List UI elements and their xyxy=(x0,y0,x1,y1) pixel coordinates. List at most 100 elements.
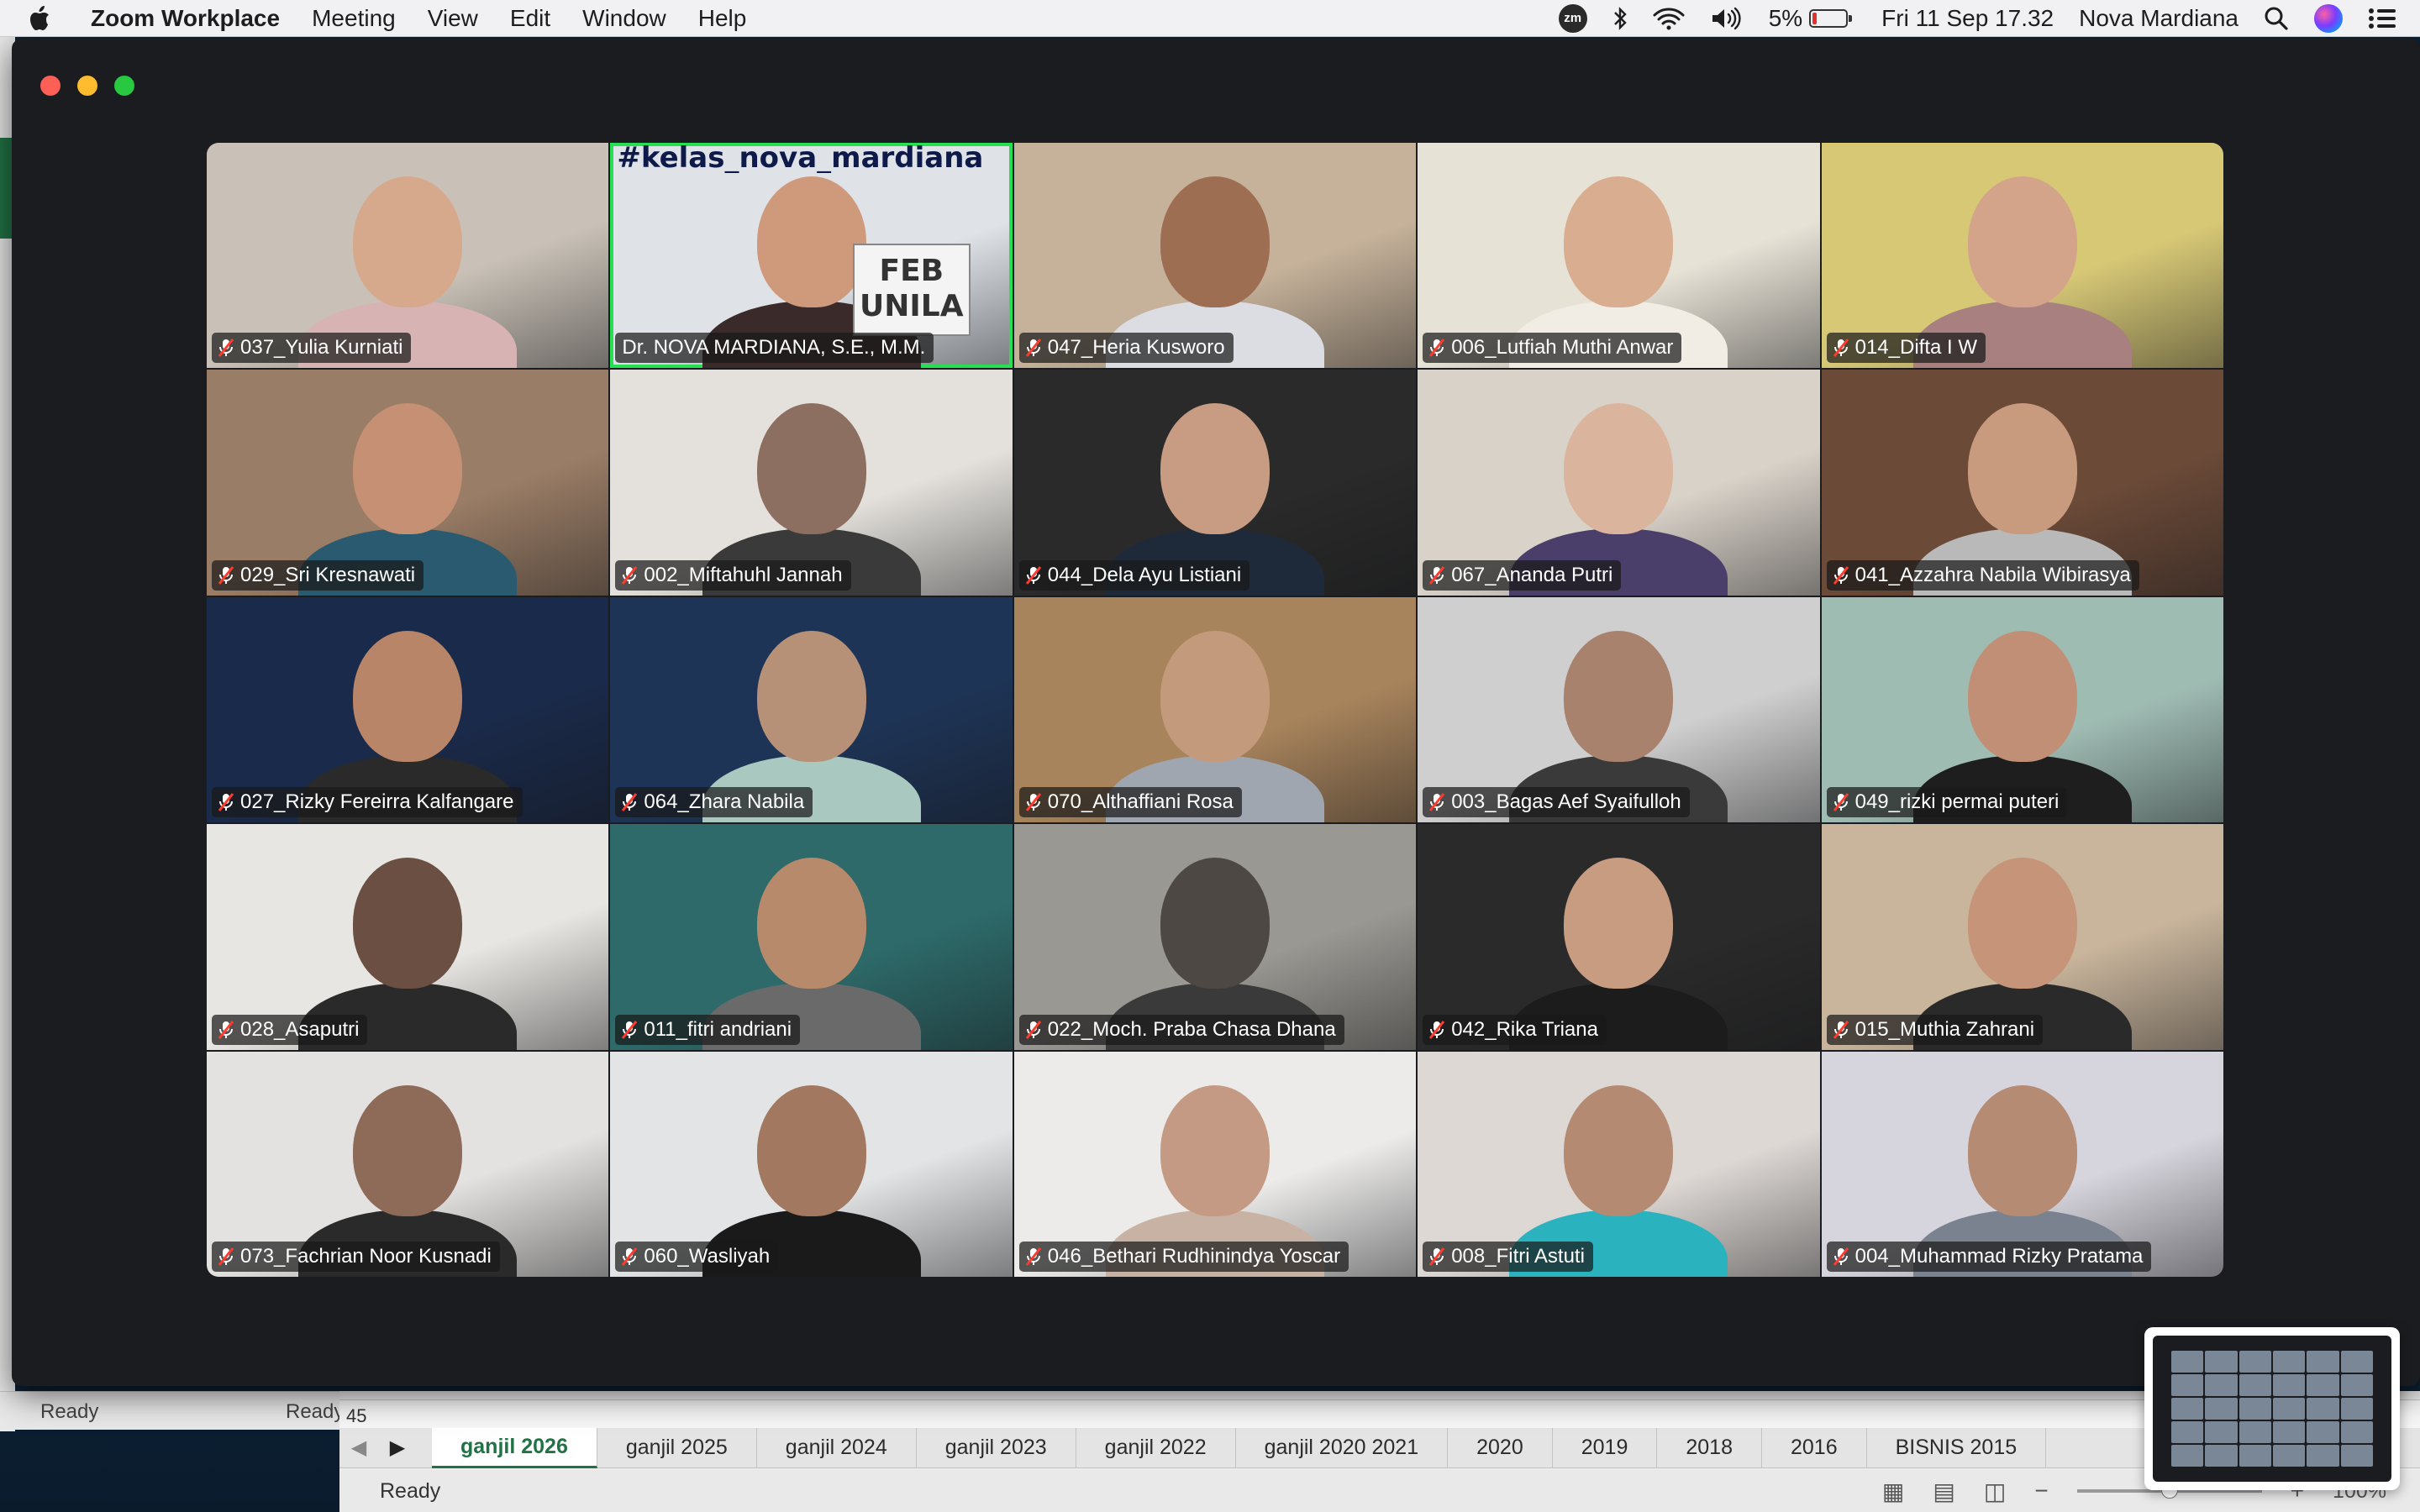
participant-tile[interactable]: 008_Fitri Astuti xyxy=(1418,1051,1820,1277)
microphone-muted-icon xyxy=(622,565,639,585)
participant-nameplate: 014_Difta I W xyxy=(1826,333,1986,364)
siri-icon[interactable] xyxy=(2314,3,2343,33)
sheet-tab-ganjil-2024[interactable]: ganjil 2024 xyxy=(757,1427,917,1468)
participant-nameplate: 003_Bagas Aef Syaifulloh xyxy=(1423,787,1690,818)
sheet-prev-arrow-icon[interactable]: ◀ xyxy=(339,1436,378,1460)
participant-tile[interactable]: 027_Rizky Fereirra Kalfangare xyxy=(207,596,609,823)
menu-app-name[interactable]: Zoom Workplace xyxy=(91,5,280,32)
microphone-muted-icon xyxy=(1429,1020,1446,1040)
mini-preview-cell xyxy=(2307,1398,2339,1420)
sheet-next-arrow-icon[interactable]: ▶ xyxy=(378,1436,417,1460)
cell-value[interactable]: 45 xyxy=(346,1405,366,1427)
participant-nameplate: 037_Yulia Kurniati xyxy=(212,333,412,364)
page-break-view-icon[interactable]: ◫ xyxy=(1984,1478,2006,1505)
sheet-tab-ganjil-2025[interactable]: ganjil 2025 xyxy=(597,1427,757,1468)
menu-window[interactable]: Window xyxy=(582,5,666,32)
sheet-tab-2018[interactable]: 2018 xyxy=(1657,1427,1762,1468)
sheet-tab-2019[interactable]: 2019 xyxy=(1553,1427,1658,1468)
participant-name: 004_Muhammad Rizky Pratama xyxy=(1854,1244,2144,1268)
participant-tile[interactable]: 073_Fachrian Noor Kusnadi xyxy=(207,1051,609,1277)
participant-nameplate: 042_Rika Triana xyxy=(1423,1014,1607,1045)
participant-name: 049_rizki permai puteri xyxy=(1854,790,2060,814)
excel-row-strip: 45 xyxy=(339,1399,2420,1431)
participant-name: 070_Althaffiani Rosa xyxy=(1047,790,1234,814)
participant-tile[interactable]: 060_Wasliyah xyxy=(610,1051,1013,1277)
sheet-tab-ganjil-2022[interactable]: ganjil 2022 xyxy=(1076,1427,1236,1468)
participant-video-face xyxy=(353,630,463,762)
participant-name: 006_Lutfiah Muthi Anwar xyxy=(1451,336,1674,360)
normal-view-icon[interactable]: ▦ xyxy=(1882,1478,1904,1505)
sheet-tab-bar: ◀ ▶ ganjil 2026 ganjil 2025 ganjil 2024 … xyxy=(339,1427,2420,1468)
participant-tile[interactable]: 015_Muthia Zahrani xyxy=(1821,824,2223,1050)
participant-nameplate: 046_Bethari Rudhinindya Yoscar xyxy=(1018,1241,1349,1272)
sheet-tab-2020[interactable]: 2020 xyxy=(1448,1427,1553,1468)
participant-nameplate: 015_Muthia Zahrani xyxy=(1826,1014,2044,1045)
participant-tile[interactable]: 049_rizki permai puteri xyxy=(1821,596,2223,823)
microphone-muted-icon xyxy=(622,1247,639,1267)
mini-preview-cell xyxy=(2205,1351,2238,1373)
participant-tile[interactable]: 042_Rika Triana xyxy=(1418,824,1820,1050)
participant-nameplate: 022_Moch. Praba Chasa Dhana xyxy=(1018,1014,1344,1045)
participant-tile[interactable]: 029_Sri Kresnawati xyxy=(207,370,609,596)
participant-tile[interactable]: 041_Azzahra Nabila Wibirasya xyxy=(1821,370,2223,596)
user-name[interactable]: Nova Mardiana xyxy=(2079,5,2238,32)
menu-edit[interactable]: Edit xyxy=(510,5,550,32)
participant-tile[interactable]: 037_Yulia Kurniati xyxy=(207,143,609,369)
wifi-icon[interactable] xyxy=(1653,7,1685,30)
mini-preview-cell xyxy=(2238,1351,2271,1373)
participant-name: 015_Muthia Zahrani xyxy=(1854,1017,2035,1041)
participant-tile[interactable]: 067_Ananda Putri xyxy=(1418,370,1820,596)
spotlight-search-icon[interactable] xyxy=(2264,6,2289,31)
sheet-tab-2016[interactable]: 2016 xyxy=(1762,1427,1867,1468)
menu-view[interactable]: View xyxy=(428,5,478,32)
mini-window-preview[interactable] xyxy=(2144,1327,2400,1490)
participant-tile[interactable]: 006_Lutfiah Muthi Anwar xyxy=(1418,143,1820,369)
sheet-tab-ganjil-2020-2021[interactable]: ganjil 2020 2021 xyxy=(1236,1427,1449,1468)
zoom-out-icon[interactable]: − xyxy=(2034,1478,2048,1504)
participant-name: 041_Azzahra Nabila Wibirasya xyxy=(1854,563,2131,586)
participant-tile[interactable]: 070_Althaffiani Rosa xyxy=(1013,596,1417,823)
participant-tile[interactable]: 044_Dela Ayu Listiani xyxy=(1013,370,1417,596)
participant-tile[interactable]: 028_Asaputri xyxy=(207,824,609,1050)
status-ready-left-2: Ready xyxy=(286,1400,345,1423)
participant-nameplate: 041_Azzahra Nabila Wibirasya xyxy=(1826,559,2139,591)
sheet-tab-ganjil-2026[interactable]: ganjil 2026 xyxy=(432,1427,597,1468)
participant-tile[interactable]: 047_Heria Kusworo xyxy=(1013,143,1417,369)
participant-tile[interactable]: 004_Muhammad Rizky Pratama xyxy=(1821,1051,2223,1277)
participant-tile[interactable]: 064_Zhara Nabila xyxy=(610,596,1013,823)
close-window-icon[interactable] xyxy=(40,76,60,96)
mini-preview-cell xyxy=(2340,1374,2373,1396)
clock[interactable]: Fri 11 Sep 17.32 xyxy=(1881,5,2054,32)
participant-tile[interactable]: 046_Bethari Rudhinindya Yoscar xyxy=(1013,1051,1417,1277)
status-ready: Ready xyxy=(380,1478,441,1503)
microphone-muted-icon xyxy=(1025,1020,1043,1040)
participant-tile[interactable]: 014_Difta I W xyxy=(1821,143,2223,369)
mini-preview-cell xyxy=(2171,1398,2204,1420)
mini-preview-cell xyxy=(2307,1351,2339,1373)
participant-nameplate: 047_Heria Kusworo xyxy=(1018,333,1234,364)
sheet-tab-bisnis-2015[interactable]: BISNIS 2015 xyxy=(1867,1427,2047,1468)
participant-tile[interactable]: #kelas_nova_mardiana FEB UNILA Dr. NOVA MA… xyxy=(610,143,1013,369)
battery-indicator[interactable]: 5% xyxy=(1769,5,1853,32)
participant-name: 060_Wasliyah xyxy=(644,1244,771,1268)
sheet-tab-ganjil-2023[interactable]: ganjil 2023 xyxy=(917,1427,1076,1468)
minimize-window-icon[interactable] xyxy=(77,76,97,96)
page-layout-view-icon[interactable]: ▤ xyxy=(1933,1478,1954,1505)
zoom-status-icon[interactable]: zm xyxy=(1558,3,1587,33)
control-center-icon[interactable] xyxy=(2368,7,2396,30)
menu-meeting[interactable]: Meeting xyxy=(312,5,396,32)
volume-icon[interactable] xyxy=(1710,6,1744,31)
microphone-muted-icon xyxy=(1429,1247,1446,1267)
participant-nameplate: 044_Dela Ayu Listiani xyxy=(1018,559,1250,591)
apple-icon[interactable] xyxy=(29,4,54,33)
microphone-muted-icon xyxy=(622,1020,639,1040)
bluetooth-icon[interactable] xyxy=(1612,6,1628,31)
participant-tile[interactable]: 003_Bagas Aef Syaifulloh xyxy=(1418,596,1820,823)
participant-video-face xyxy=(1160,1084,1270,1216)
participant-tile[interactable]: 011_fitri andriani xyxy=(610,824,1013,1050)
participant-video-face xyxy=(353,403,463,535)
menu-help[interactable]: Help xyxy=(698,5,747,32)
participant-tile[interactable]: 022_Moch. Praba Chasa Dhana xyxy=(1013,824,1417,1050)
maximize-window-icon[interactable] xyxy=(114,76,134,96)
participant-tile[interactable]: 002_Miftahuhl Jannah xyxy=(610,370,1013,596)
